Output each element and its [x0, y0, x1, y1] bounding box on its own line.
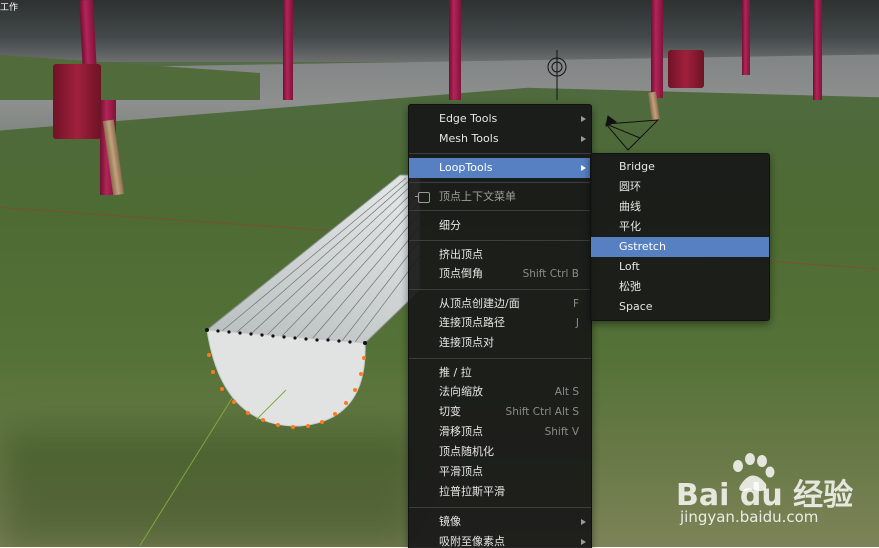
menu-separator [409, 182, 591, 183]
menu-item-looptools[interactable]: LoopTools [409, 158, 591, 178]
submenu-item-circle[interactable]: 圆环 [591, 177, 769, 197]
submenu-item-label: Loft [619, 260, 640, 273]
watermark-url: jingyan.baidu.com [680, 508, 819, 526]
submenu-arrow-icon [581, 116, 586, 122]
vertex-context-menu: Edge Tools Mesh Tools LoopTools 顶点上下文菜单 … [408, 104, 592, 548]
menu-item-snap-to-pixel[interactable]: 吸附至像素点 [409, 532, 591, 548]
menu-item-label: 细分 [439, 219, 461, 232]
menu-item-shrink-fatten[interactable]: 法向缩放 Alt S [409, 382, 591, 402]
menu-separator [409, 507, 591, 508]
menu-item-label: 连接顶点路径 [439, 316, 505, 329]
menu-item-label: 吸附至像素点 [439, 535, 505, 548]
menu-item-slide-vertices[interactable]: 滑移顶点 Shift V [409, 422, 591, 442]
submenu-item-label: 松弛 [619, 280, 641, 293]
baidu-watermark: Bai du 经验 jingyan.baidu.com [676, 452, 876, 532]
submenu-arrow-icon [581, 519, 586, 525]
menu-item-connect-vertex-path[interactable]: 连接顶点路径 J [409, 313, 591, 333]
menu-title-label: 顶点上下文菜单 [439, 190, 516, 203]
menu-item-label: 顶点随机化 [439, 445, 494, 458]
submenu-item-label: 圆环 [619, 180, 641, 193]
menu-separator [409, 210, 591, 211]
menu-item-label: 拉普拉斯平滑 [439, 485, 505, 498]
menu-item-label: 挤出顶点 [439, 248, 483, 261]
menu-item-label: LoopTools [439, 161, 493, 174]
menu-item-extrude-vertices[interactable]: 挤出顶点 [409, 245, 591, 265]
menu-item-label: 镜像 [439, 515, 461, 528]
menu-title-vertex-context: 顶点上下文菜单 [409, 187, 591, 207]
menu-item-smooth-vertices[interactable]: 平滑顶点 [409, 462, 591, 482]
submenu-item-space[interactable]: Space [591, 297, 769, 317]
looptools-submenu: Bridge 圆环 曲线 平化 Gstretch Loft 松弛 Space [590, 153, 770, 321]
submenu-item-label: Gstretch [619, 240, 666, 253]
submenu-item-bridge[interactable]: Bridge [591, 157, 769, 177]
menu-item-shortcut: Shift Ctrl B [522, 268, 579, 280]
menu-item-subdivide[interactable]: 细分 [409, 216, 591, 236]
submenu-item-flatten[interactable]: 平化 [591, 217, 769, 237]
submenu-item-label: Bridge [619, 160, 655, 173]
menu-item-shortcut: Alt S [554, 386, 579, 398]
submenu-item-loft[interactable]: Loft [591, 257, 769, 277]
menu-item-label: Edge Tools [439, 112, 498, 125]
menu-item-push-pull[interactable]: 推 / 拉 [409, 363, 591, 383]
menu-item-label: 平滑顶点 [439, 465, 483, 478]
submenu-item-curve[interactable]: 曲线 [591, 197, 769, 217]
menu-separator [409, 358, 591, 359]
menu-separator [409, 153, 591, 154]
submenu-item-label: 平化 [619, 220, 641, 233]
workspace-label: 工作 [0, 3, 19, 13]
menu-item-shortcut: Shift Ctrl Alt S [505, 406, 579, 418]
submenu-item-label: 曲线 [619, 200, 641, 213]
menu-item-laplacian-smooth[interactable]: 拉普拉斯平滑 [409, 482, 591, 502]
menu-item-label: 切变 [439, 405, 461, 418]
submenu-arrow-icon [581, 165, 586, 171]
menu-item-make-edge-face[interactable]: 从顶点创建边/面 F [409, 294, 591, 314]
menu-item-bevel-vertices[interactable]: 顶点倒角 Shift Ctrl B [409, 264, 591, 284]
submenu-arrow-icon [581, 136, 586, 142]
menu-item-mirror[interactable]: 镜像 [409, 512, 591, 532]
menu-item-label: 法向缩放 [439, 385, 483, 398]
menu-separator [409, 289, 591, 290]
menu-item-shear[interactable]: 切变 Shift Ctrl Alt S [409, 402, 591, 422]
menu-item-label: Mesh Tools [439, 132, 499, 145]
menu-item-label: 滑移顶点 [439, 425, 483, 438]
menu-item-mesh-tools[interactable]: Mesh Tools [409, 129, 591, 149]
menu-separator [409, 240, 591, 241]
menu-item-label: 从顶点创建边/面 [439, 297, 520, 310]
menu-item-label: 顶点倒角 [439, 267, 483, 280]
menu-item-randomize-vertices[interactable]: 顶点随机化 [409, 442, 591, 462]
menu-item-shortcut: F [572, 298, 579, 310]
menu-item-connect-vertex-pairs[interactable]: 连接顶点对 [409, 333, 591, 353]
menu-item-edge-tools[interactable]: Edge Tools [409, 109, 591, 129]
menu-item-label: 推 / 拉 [439, 366, 472, 379]
submenu-item-relax[interactable]: 松弛 [591, 277, 769, 297]
submenu-item-gstretch[interactable]: Gstretch [591, 237, 769, 257]
menu-item-label: 连接顶点对 [439, 336, 494, 349]
pin-menu-icon[interactable] [415, 192, 430, 203]
submenu-item-label: Space [619, 300, 653, 313]
menu-item-shortcut: J [575, 317, 579, 329]
menu-item-shortcut: Shift V [544, 426, 579, 438]
submenu-arrow-icon [581, 539, 586, 545]
